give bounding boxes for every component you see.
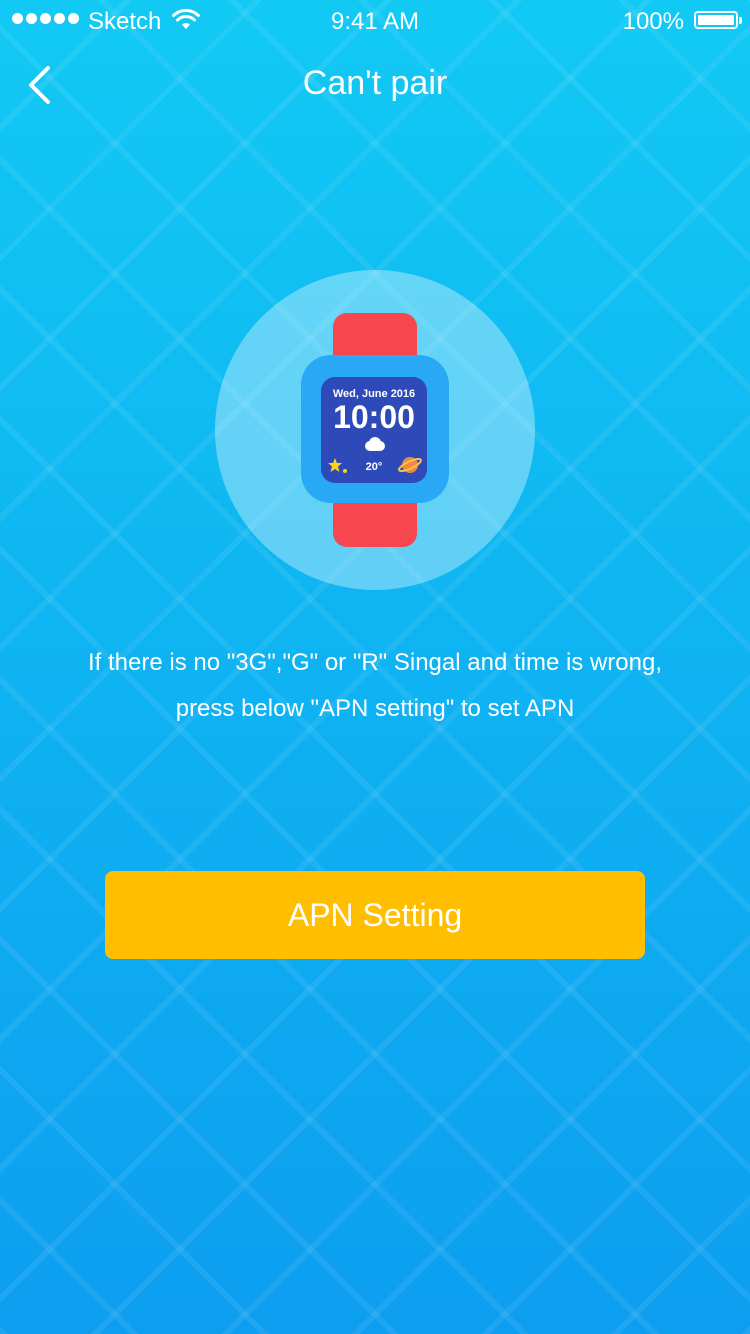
apn-setting-button[interactable]: APN Setting <box>105 871 645 959</box>
battery-percent: 100% <box>622 8 684 35</box>
battery-level <box>698 15 734 25</box>
battery-icon <box>694 11 742 29</box>
instruction-line-1: If there is no "3G","G" or "R" Singal an… <box>87 649 663 676</box>
watch-time: 10:00 <box>333 399 415 435</box>
cloud-icon <box>362 436 386 457</box>
instruction-line-2: press below "APN setting" to set APN <box>175 695 575 722</box>
planet-icon <box>397 453 423 482</box>
cant-pair-screen: Sketch 9:41 AM 100% Can't pair Wed, June… <box>0 0 750 1334</box>
instruction-message: If there is no "3G","G" or "R" Singal an… <box>20 640 730 732</box>
status-bar: Sketch 9:41 AM 100% <box>0 0 750 40</box>
star-icon <box>327 457 349 480</box>
page-title: Can't pair <box>302 64 448 102</box>
watch-screen: Wed, June 2016 10:00 20° <box>321 377 427 483</box>
